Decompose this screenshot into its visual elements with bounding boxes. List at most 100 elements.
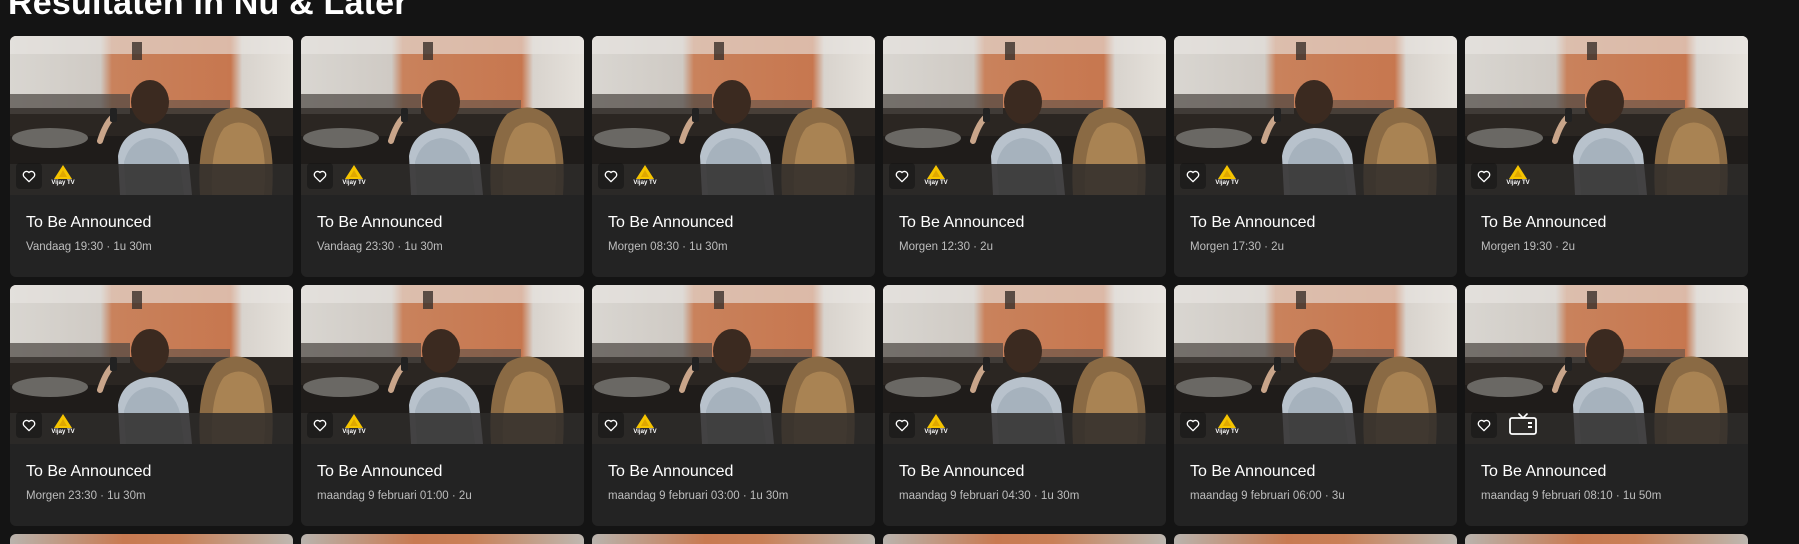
program-title: To Be Announced — [1481, 463, 1607, 480]
program-thumbnail: Vijay TV — [1174, 36, 1457, 195]
program-card[interactable]: Vijay TV To Be Announced Morgen 19:30 · … — [1465, 36, 1748, 277]
favorite-button[interactable] — [598, 163, 624, 189]
program-schedule: Morgen 12:30 · 2u — [899, 241, 993, 253]
program-info: To Be Announced Morgen 23:30 · 1u 30m — [10, 444, 293, 504]
card-thumbnail-peek[interactable] — [1465, 534, 1748, 544]
program-title: To Be Announced — [1190, 463, 1316, 480]
channel-logo: Vijay TV — [50, 161, 76, 187]
program-schedule: maandag 9 februari 06:00 · 3u — [1190, 490, 1345, 502]
program-schedule: Morgen 17:30 · 2u — [1190, 241, 1284, 253]
channel-logo — [1507, 410, 1539, 436]
program-info: To Be Announced Morgen 12:30 · 2u — [883, 195, 1166, 255]
favorite-button[interactable] — [598, 412, 624, 438]
heart-outline-icon — [1186, 419, 1200, 432]
channel-name: Vijay TV — [51, 180, 75, 186]
program-thumbnail: Vijay TV — [10, 36, 293, 195]
program-card[interactable]: Vijay TV To Be Announced Morgen 23:30 · … — [10, 285, 293, 526]
favorite-button[interactable] — [307, 163, 333, 189]
tv-icon — [1509, 413, 1537, 435]
program-thumbnail: Vijay TV — [592, 285, 875, 444]
card-thumbnail-peek[interactable] — [301, 534, 584, 544]
channel-name: Vijay TV — [924, 429, 948, 435]
program-title: To Be Announced — [608, 214, 734, 231]
program-title: To Be Announced — [26, 463, 152, 480]
card-thumbnail-peek[interactable] — [592, 534, 875, 544]
program-info: To Be Announced maandag 9 februari 08:10… — [1465, 444, 1748, 504]
channel-name: Vijay TV — [1215, 180, 1239, 186]
program-thumbnail: Vijay TV — [10, 285, 293, 444]
program-card[interactable]: Vijay TV To Be Announced Vandaag 23:30 ·… — [301, 36, 584, 277]
vijay-tv-logo-icon — [1218, 414, 1236, 428]
heart-outline-icon — [22, 170, 36, 183]
channel-logo: Vijay TV — [1505, 161, 1531, 187]
program-card[interactable]: Vijay TV To Be Announced maandag 9 febru… — [592, 285, 875, 526]
heart-outline-icon — [22, 419, 36, 432]
heart-outline-icon — [895, 170, 909, 183]
channel-name: Vijay TV — [1506, 180, 1530, 186]
heart-outline-icon — [313, 170, 327, 183]
program-schedule: maandag 9 februari 01:00 · 2u — [317, 490, 472, 502]
vijay-tv-logo-icon — [927, 414, 945, 428]
favorite-button[interactable] — [16, 412, 42, 438]
next-row-peek — [10, 534, 1770, 544]
vijay-tv-logo-icon — [345, 165, 363, 179]
favorite-button[interactable] — [1471, 412, 1497, 438]
favorite-button[interactable] — [1180, 163, 1206, 189]
favorite-button[interactable] — [1471, 163, 1497, 189]
program-schedule: Morgen 23:30 · 1u 30m — [26, 490, 146, 502]
channel-logo: Vijay TV — [632, 410, 658, 436]
channel-name: Vijay TV — [342, 180, 366, 186]
program-card[interactable]: Vijay TV To Be Announced maandag 9 febru… — [1174, 285, 1457, 526]
channel-logo: Vijay TV — [50, 410, 76, 436]
favorite-button[interactable] — [307, 412, 333, 438]
program-schedule: maandag 9 februari 03:00 · 1u 30m — [608, 490, 789, 502]
program-card[interactable]: To Be Announced maandag 9 februari 08:10… — [1465, 285, 1748, 526]
program-thumbnail — [1465, 285, 1748, 444]
heart-outline-icon — [604, 170, 618, 183]
heart-outline-icon — [1186, 170, 1200, 183]
card-thumbnail-peek[interactable] — [10, 534, 293, 544]
program-info: To Be Announced Vandaag 23:30 · 1u 30m — [301, 195, 584, 255]
favorite-button[interactable] — [1180, 412, 1206, 438]
channel-name: Vijay TV — [633, 180, 657, 186]
channel-logo: Vijay TV — [923, 410, 949, 436]
card-thumbnail-peek[interactable] — [883, 534, 1166, 544]
program-thumbnail: Vijay TV — [883, 285, 1166, 444]
heart-outline-icon — [895, 419, 909, 432]
program-card[interactable]: Vijay TV To Be Announced Morgen 08:30 · … — [592, 36, 875, 277]
page-title: Resultaten in Nu & Later — [8, 0, 408, 22]
results-grid: Vijay TV To Be Announced Vandaag 19:30 ·… — [10, 36, 1770, 526]
program-info: To Be Announced maandag 9 februari 03:00… — [592, 444, 875, 504]
program-info: To Be Announced Vandaag 19:30 · 1u 30m — [10, 195, 293, 255]
program-title: To Be Announced — [899, 463, 1025, 480]
channel-name: Vijay TV — [1215, 429, 1239, 435]
program-card[interactable]: Vijay TV To Be Announced Vandaag 19:30 ·… — [10, 36, 293, 277]
program-card[interactable]: Vijay TV To Be Announced maandag 9 febru… — [883, 285, 1166, 526]
program-schedule: Vandaag 19:30 · 1u 30m — [26, 241, 152, 253]
channel-name: Vijay TV — [51, 429, 75, 435]
card-thumbnail-peek[interactable] — [1174, 534, 1457, 544]
program-thumbnail: Vijay TV — [301, 285, 584, 444]
program-card[interactable]: Vijay TV To Be Announced Morgen 17:30 · … — [1174, 36, 1457, 277]
heart-outline-icon — [1477, 170, 1491, 183]
program-info: To Be Announced maandag 9 februari 04:30… — [883, 444, 1166, 504]
program-info: To Be Announced maandag 9 februari 06:00… — [1174, 444, 1457, 504]
program-title: To Be Announced — [317, 463, 443, 480]
program-title: To Be Announced — [317, 214, 443, 231]
favorite-button[interactable] — [16, 163, 42, 189]
favorite-button[interactable] — [889, 412, 915, 438]
program-title: To Be Announced — [1190, 214, 1316, 231]
favorite-button[interactable] — [889, 163, 915, 189]
heart-outline-icon — [1477, 419, 1491, 432]
heart-outline-icon — [604, 419, 618, 432]
program-schedule: Morgen 19:30 · 2u — [1481, 241, 1575, 253]
program-info: To Be Announced Morgen 17:30 · 2u — [1174, 195, 1457, 255]
program-card[interactable]: Vijay TV To Be Announced maandag 9 febru… — [301, 285, 584, 526]
program-thumbnail: Vijay TV — [592, 36, 875, 195]
vijay-tv-logo-icon — [54, 414, 72, 428]
vijay-tv-logo-icon — [636, 165, 654, 179]
vijay-tv-logo-icon — [345, 414, 363, 428]
channel-name: Vijay TV — [633, 429, 657, 435]
channel-logo: Vijay TV — [1214, 161, 1240, 187]
program-card[interactable]: Vijay TV To Be Announced Morgen 12:30 · … — [883, 36, 1166, 277]
